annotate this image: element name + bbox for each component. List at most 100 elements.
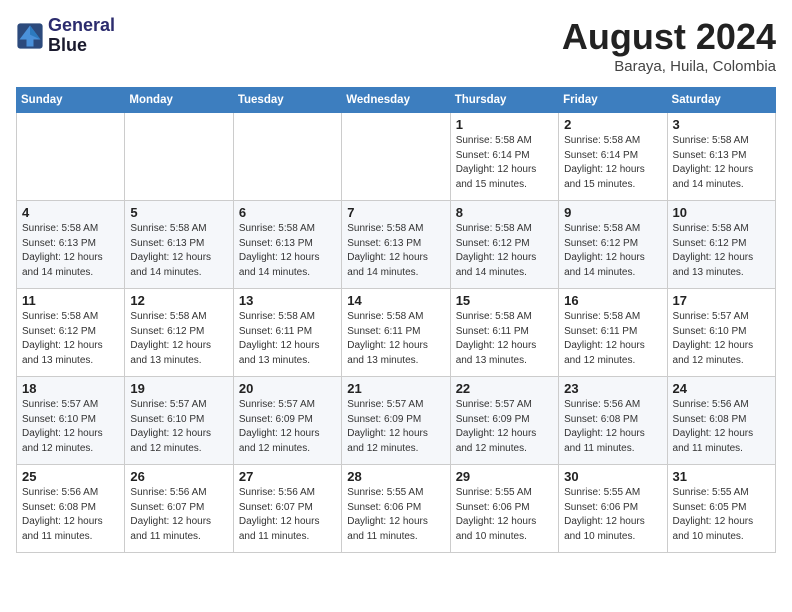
calendar-cell: 19Sunrise: 5:57 AM Sunset: 6:10 PM Dayli… <box>125 377 233 465</box>
day-number: 10 <box>673 205 770 220</box>
column-header-wednesday: Wednesday <box>342 88 450 113</box>
calendar-cell: 13Sunrise: 5:58 AM Sunset: 6:11 PM Dayli… <box>233 289 341 377</box>
calendar-cell: 30 Sunrise: 5:55 AM Sunset: 6:06 PM Dayli… <box>559 465 667 553</box>
calendar-cell: 5 Sunrise: 5:58 AM Sunset: 6:13 PM Daylig… <box>125 201 233 289</box>
day-info: Sunrise: 5:58 AM Sunset: 6:12 PM Dayligh… <box>130 310 227 368</box>
column-header-sunday: Sunday <box>17 88 125 113</box>
calendar-cell: 1Sunrise: 5:58 AM Sunset: 6:14 PM Daylig… <box>450 113 558 201</box>
day-number: 4 <box>22 205 119 220</box>
day-number: 20 <box>239 381 336 396</box>
logo-icon <box>16 22 44 50</box>
day-number: 25 <box>22 469 119 484</box>
day-info: Sunrise: 5:58 AM Sunset: 6:12 PM Dayligh… <box>673 222 770 280</box>
day-number: 24 <box>673 381 770 396</box>
calendar-cell: 21 Sunrise: 5:57 AM Sunset: 6:09 PM Dayli… <box>342 377 450 465</box>
week-row: 11 Sunrise: 5:58 AM Sunset: 6:12 PM Dayli… <box>17 289 776 377</box>
calendar-table: SundayMondayTuesdayWednesdayThursdayFrid… <box>16 87 776 553</box>
day-number: 29 <box>456 469 553 484</box>
location: Baraya, Huila, Colombia <box>562 58 776 75</box>
day-info: Sunrise: 5:56 AM Sunset: 6:08 PM Dayligh… <box>564 398 661 456</box>
day-info: Sunrise: 5:58 AM Sunset: 6:11 PM Dayligh… <box>456 310 553 368</box>
calendar-cell: 17 Sunrise: 5:57 AM Sunset: 6:10 PM Dayli… <box>667 289 775 377</box>
calendar-cell <box>342 113 450 201</box>
day-info: Sunrise: 5:57 AM Sunset: 6:10 PM Dayligh… <box>22 398 119 456</box>
column-header-saturday: Saturday <box>667 88 775 113</box>
day-number: 30 <box>564 469 661 484</box>
logo: General Blue <box>16 16 115 56</box>
week-row: 18 Sunrise: 5:57 AM Sunset: 6:10 PM Dayli… <box>17 377 776 465</box>
month-year: August 2024 <box>562 16 776 58</box>
calendar-cell: 3Sunrise: 5:58 AM Sunset: 6:13 PM Daylig… <box>667 113 775 201</box>
calendar-cell <box>233 113 341 201</box>
day-number: 11 <box>22 293 119 308</box>
day-number: 14 <box>347 293 444 308</box>
page-header: General Blue August 2024 Baraya, Huila, … <box>16 16 776 75</box>
day-info: Sunrise: 5:55 AM Sunset: 6:05 PM Dayligh… <box>673 486 770 544</box>
day-info: Sunrise: 5:58 AM Sunset: 6:14 PM Dayligh… <box>564 134 661 192</box>
day-number: 26 <box>130 469 227 484</box>
calendar-cell <box>125 113 233 201</box>
logo-line1: General <box>48 16 115 36</box>
day-number: 15 <box>456 293 553 308</box>
day-number: 5 <box>130 205 227 220</box>
calendar-cell: 10 Sunrise: 5:58 AM Sunset: 6:12 PM Dayli… <box>667 201 775 289</box>
day-info: Sunrise: 5:55 AM Sunset: 6:06 PM Dayligh… <box>456 486 553 544</box>
calendar-header: SundayMondayTuesdayWednesdayThursdayFrid… <box>17 88 776 113</box>
week-row: 25Sunrise: 5:56 AM Sunset: 6:08 PM Dayli… <box>17 465 776 553</box>
logo-text: General Blue <box>48 16 115 56</box>
day-info: Sunrise: 5:58 AM Sunset: 6:11 PM Dayligh… <box>239 310 336 368</box>
column-header-friday: Friday <box>559 88 667 113</box>
calendar-cell: 14 Sunrise: 5:58 AM Sunset: 6:11 PM Dayli… <box>342 289 450 377</box>
day-info: Sunrise: 5:58 AM Sunset: 6:11 PM Dayligh… <box>347 310 444 368</box>
calendar-cell: 7 Sunrise: 5:58 AM Sunset: 6:13 PM Daylig… <box>342 201 450 289</box>
column-header-monday: Monday <box>125 88 233 113</box>
day-info: Sunrise: 5:56 AM Sunset: 6:08 PM Dayligh… <box>673 398 770 456</box>
calendar-cell: 4Sunrise: 5:58 AM Sunset: 6:13 PM Daylig… <box>17 201 125 289</box>
week-row: 1Sunrise: 5:58 AM Sunset: 6:14 PM Daylig… <box>17 113 776 201</box>
calendar-cell: 27Sunrise: 5:56 AM Sunset: 6:07 PM Dayli… <box>233 465 341 553</box>
day-info: Sunrise: 5:58 AM Sunset: 6:13 PM Dayligh… <box>239 222 336 280</box>
day-number: 9 <box>564 205 661 220</box>
calendar-cell: 18 Sunrise: 5:57 AM Sunset: 6:10 PM Dayli… <box>17 377 125 465</box>
calendar-cell: 26 Sunrise: 5:56 AM Sunset: 6:07 PM Dayli… <box>125 465 233 553</box>
day-info: Sunrise: 5:58 AM Sunset: 6:13 PM Dayligh… <box>347 222 444 280</box>
day-number: 18 <box>22 381 119 396</box>
day-info: Sunrise: 5:56 AM Sunset: 6:07 PM Dayligh… <box>130 486 227 544</box>
day-number: 12 <box>130 293 227 308</box>
day-info: Sunrise: 5:58 AM Sunset: 6:14 PM Dayligh… <box>456 134 553 192</box>
day-number: 8 <box>456 205 553 220</box>
calendar-cell: 24 Sunrise: 5:56 AM Sunset: 6:08 PM Dayli… <box>667 377 775 465</box>
day-info: Sunrise: 5:58 AM Sunset: 6:12 PM Dayligh… <box>456 222 553 280</box>
calendar-cell: 15 Sunrise: 5:58 AM Sunset: 6:11 PM Dayli… <box>450 289 558 377</box>
day-number: 17 <box>673 293 770 308</box>
day-number: 22 <box>456 381 553 396</box>
day-number: 21 <box>347 381 444 396</box>
day-info: Sunrise: 5:57 AM Sunset: 6:10 PM Dayligh… <box>673 310 770 368</box>
day-number: 2 <box>564 117 661 132</box>
calendar-cell: 6 Sunrise: 5:58 AM Sunset: 6:13 PM Daylig… <box>233 201 341 289</box>
day-info: Sunrise: 5:57 AM Sunset: 6:09 PM Dayligh… <box>347 398 444 456</box>
calendar-cell: 11 Sunrise: 5:58 AM Sunset: 6:12 PM Dayli… <box>17 289 125 377</box>
day-info: Sunrise: 5:58 AM Sunset: 6:13 PM Dayligh… <box>130 222 227 280</box>
calendar-cell: 25Sunrise: 5:56 AM Sunset: 6:08 PM Dayli… <box>17 465 125 553</box>
day-info: Sunrise: 5:56 AM Sunset: 6:07 PM Dayligh… <box>239 486 336 544</box>
column-header-tuesday: Tuesday <box>233 88 341 113</box>
calendar-cell: 9Sunrise: 5:58 AM Sunset: 6:12 PM Daylig… <box>559 201 667 289</box>
calendar-cell: 12 Sunrise: 5:58 AM Sunset: 6:12 PM Dayli… <box>125 289 233 377</box>
day-info: Sunrise: 5:58 AM Sunset: 6:13 PM Dayligh… <box>673 134 770 192</box>
calendar-cell: 8 Sunrise: 5:58 AM Sunset: 6:12 PM Daylig… <box>450 201 558 289</box>
day-number: 7 <box>347 205 444 220</box>
day-number: 16 <box>564 293 661 308</box>
calendar-cell: 16Sunrise: 5:58 AM Sunset: 6:11 PM Dayli… <box>559 289 667 377</box>
calendar-cell: 20 Sunrise: 5:57 AM Sunset: 6:09 PM Dayli… <box>233 377 341 465</box>
calendar-cell: 28Sunrise: 5:55 AM Sunset: 6:06 PM Dayli… <box>342 465 450 553</box>
day-number: 6 <box>239 205 336 220</box>
day-info: Sunrise: 5:57 AM Sunset: 6:09 PM Dayligh… <box>239 398 336 456</box>
calendar-cell: 22Sunrise: 5:57 AM Sunset: 6:09 PM Dayli… <box>450 377 558 465</box>
week-row: 4 Sunrise: 5:58 AM Sunset: 6:13 PM Daylig… <box>17 201 776 289</box>
calendar-cell: 23Sunrise: 5:56 AM Sunset: 6:08 PM Dayli… <box>559 377 667 465</box>
day-info: Sunrise: 5:58 AM Sunset: 6:12 PM Dayligh… <box>22 310 119 368</box>
day-number: 19 <box>130 381 227 396</box>
day-info: Sunrise: 5:55 AM Sunset: 6:06 PM Dayligh… <box>564 486 661 544</box>
calendar-cell <box>17 113 125 201</box>
